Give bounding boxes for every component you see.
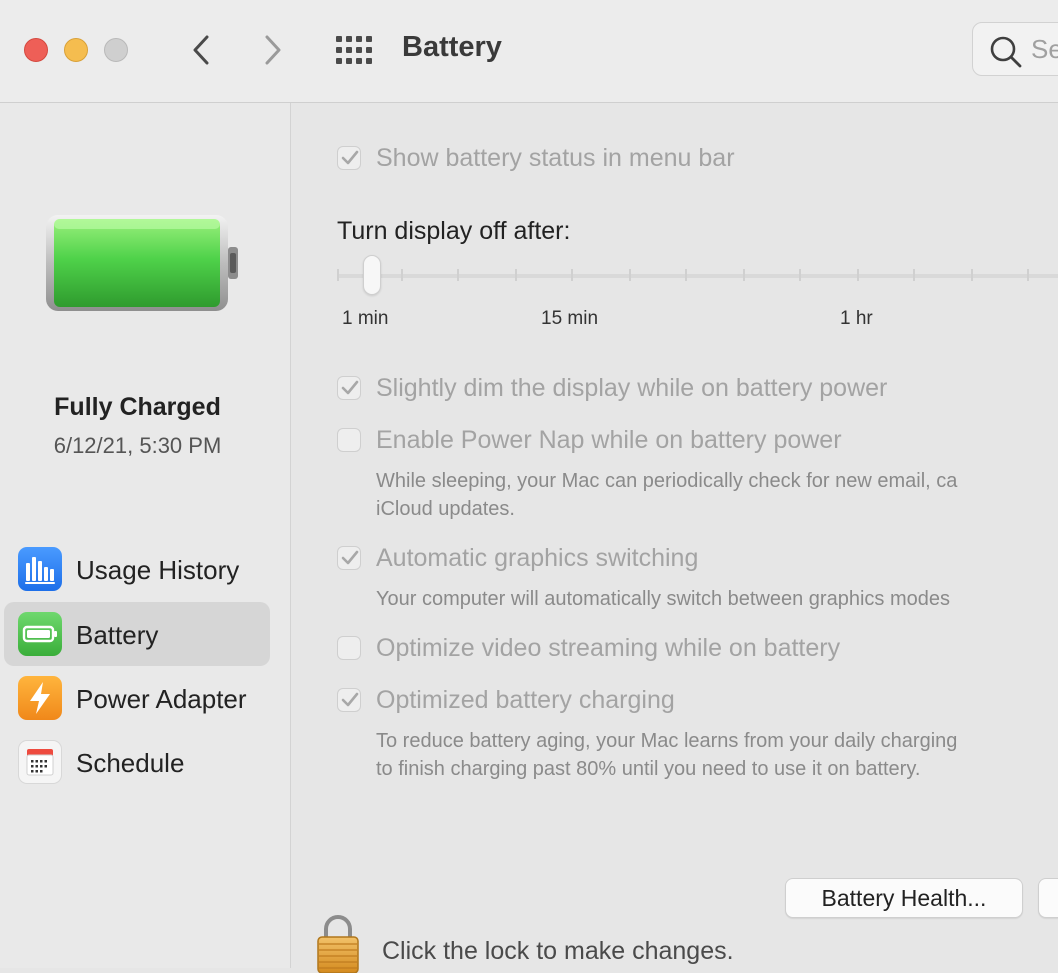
- optimized-charging-description: to finish charging past 80% until you ne…: [376, 758, 921, 780]
- slider-tick-label: 1 hr: [840, 308, 873, 329]
- power-nap-label: Enable Power Nap while on battery power: [376, 426, 842, 454]
- sidebar-item-label: Schedule: [76, 748, 185, 778]
- dim-display-label: Slightly dim the display while on batter…: [376, 374, 888, 402]
- checkmark-icon: [341, 692, 359, 707]
- battery-health-button[interactable]: Battery Health...: [785, 878, 1023, 918]
- search-input[interactable]: [1031, 35, 1058, 63]
- back-button[interactable]: [186, 30, 216, 70]
- sidebar: Fully Charged 6/12/21, 5:30 PM Usage His…: [0, 103, 291, 968]
- sidebar-item-schedule[interactable]: Schedule: [4, 730, 270, 794]
- graphics-switching-label: Automatic graphics switching: [376, 544, 699, 572]
- optimized-charging-label: Optimized battery charging: [376, 686, 675, 714]
- power-nap-checkbox[interactable]: [337, 428, 361, 452]
- minimize-window-button[interactable]: [64, 38, 88, 62]
- slider-tick-label: 15 min: [541, 308, 599, 329]
- graphics-switching-checkbox[interactable]: [337, 546, 361, 570]
- sidebar-item-label: Battery: [76, 620, 159, 650]
- sidebar-item-battery[interactable]: Battery: [4, 602, 270, 666]
- restore-defaults-button[interactable]: [1038, 878, 1058, 918]
- show-battery-status-label: Show battery status in menu bar: [376, 144, 735, 172]
- grid-icon: [336, 36, 372, 64]
- search-icon: [990, 36, 1022, 68]
- optimize-video-checkbox[interactable]: [337, 636, 361, 660]
- forward-button[interactable]: [258, 30, 288, 70]
- optimized-charging-checkbox[interactable]: [337, 688, 361, 712]
- window-title: Battery: [402, 31, 502, 63]
- sidebar-item-power-adapter[interactable]: Power Adapter: [4, 666, 270, 730]
- checkmark-icon: [341, 380, 359, 395]
- power-nap-description: iCloud updates.: [376, 498, 515, 520]
- power-adapter-icon: [18, 676, 62, 720]
- zoom-window-button[interactable]: [104, 38, 128, 62]
- display-off-label: Turn display off after:: [337, 217, 571, 245]
- battery-status-date: 6/12/21, 5:30 PM: [53, 433, 222, 458]
- sidebar-item-label: Power Adapter: [76, 684, 247, 714]
- lock-message: Click the lock to make changes.: [382, 937, 734, 965]
- battery-level-icon: [46, 215, 238, 311]
- display-off-slider-track[interactable]: [337, 274, 1058, 278]
- battery-status-title: Fully Charged: [54, 393, 221, 421]
- search-field[interactable]: [972, 22, 1058, 76]
- show-battery-status-checkbox[interactable]: [337, 146, 361, 170]
- checkmark-icon: [341, 550, 359, 565]
- sidebar-item-label: Usage History: [76, 555, 240, 585]
- power-nap-description: While sleeping, your Mac can periodicall…: [376, 470, 958, 492]
- battery-settings-pane: Show battery status in menu bar Turn dis…: [291, 103, 1058, 973]
- close-window-button[interactable]: [24, 38, 48, 62]
- checkmark-icon: [341, 150, 359, 165]
- show-all-button[interactable]: [334, 34, 374, 66]
- chevron-right-icon: [265, 35, 281, 65]
- display-off-slider-knob[interactable]: [363, 255, 381, 295]
- optimized-charging-description: To reduce battery aging, your Mac learns…: [376, 730, 958, 752]
- schedule-icon: [18, 740, 62, 784]
- optimize-video-label: Optimize video streaming while on batter…: [376, 634, 841, 662]
- sidebar-item-usage-history[interactable]: Usage History: [4, 537, 270, 601]
- chevron-left-icon: [193, 35, 209, 65]
- lock-icon[interactable]: [315, 913, 361, 973]
- title-bar: Battery: [0, 0, 1058, 103]
- dim-display-checkbox[interactable]: [337, 376, 361, 400]
- graphics-switching-description: Your computer will automatically switch …: [376, 588, 950, 610]
- slider-tick-label: 1 min: [342, 308, 389, 329]
- usage-history-icon: [18, 547, 62, 591]
- battery-icon: [18, 612, 62, 656]
